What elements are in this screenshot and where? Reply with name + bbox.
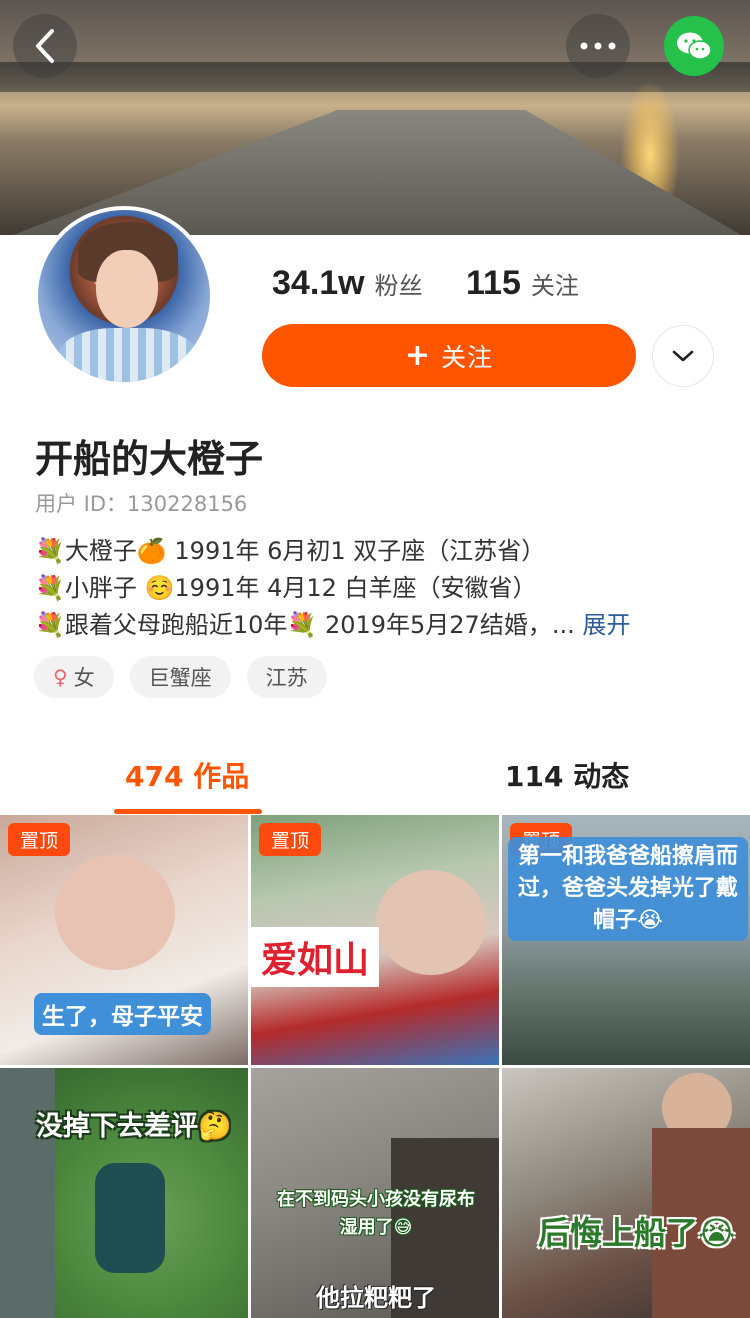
video-caption: 没掉下去差评🤔 — [36, 1111, 232, 1142]
bouquet-icon: 💐 — [35, 574, 65, 602]
fans-count: 34.1w — [272, 264, 365, 302]
profile-name: 开船的大橙子 — [35, 437, 264, 481]
active-tab-indicator — [114, 809, 262, 814]
recommend-dropdown-button[interactable] — [652, 325, 714, 387]
pinned-badge: 置顶 — [259, 823, 322, 856]
fans-stat[interactable]: 34.1w 粉丝 — [272, 264, 423, 303]
video-caption: 爱如山 — [251, 927, 380, 987]
follow-button-label: 关注 — [441, 342, 494, 372]
bouquet-icon: 💐 — [35, 537, 65, 565]
wechat-share-button[interactable] — [664, 16, 724, 76]
wechat-icon — [677, 32, 712, 60]
bio-line: 💐小胖子 ☺️1991年 4月12 白羊座（安徽省） — [35, 574, 537, 602]
tab-moments[interactable]: 114 动态 — [505, 755, 629, 795]
video-thumbnail[interactable]: 置顶 生了，母子平安 — [0, 815, 248, 1065]
chevron-down-icon — [672, 350, 694, 362]
expand-bio-link[interactable]: 展开 — [582, 611, 630, 639]
back-button[interactable] — [13, 14, 77, 78]
pinned-badge: 置顶 — [8, 823, 71, 856]
video-grid: 置顶 生了，母子平安 置顶 爱如山 置顶 第一和我爸爸船擦肩而过，爸爸头发掉光了… — [0, 815, 750, 1318]
fans-label: 粉丝 — [374, 272, 423, 300]
bouquet-icon: 💐 — [35, 611, 65, 639]
female-icon: ♀ — [53, 665, 68, 689]
profile-tabs: 474 作品 114 动态 — [0, 735, 750, 815]
video-caption: 在不到码头小孩没有尿布湿用了😅 — [277, 1189, 475, 1238]
video-thumbnail[interactable]: 后悔上船了😭 — [502, 1068, 750, 1318]
more-dots-icon — [580, 42, 616, 50]
follow-button[interactable]: + 关注 — [262, 324, 636, 387]
video-thumbnail[interactable]: 没掉下去差评🤔 — [0, 1068, 248, 1318]
video-thumbnail[interactable]: 置顶 第一和我爸爸船擦肩而过，爸爸头发掉光了戴帽子😭 — [502, 815, 750, 1065]
video-caption: 第一和我爸爸船擦肩而过，爸爸头发掉光了戴帽子😭 — [508, 837, 748, 941]
location-tag: 江苏 — [246, 656, 327, 698]
profile-bio[interactable]: 💐大橙子🍊 1991年 6月初1 双子座（江苏省） 💐小胖子 ☺️1991年 4… — [35, 533, 725, 644]
more-button[interactable] — [566, 14, 630, 78]
gender-tag: ♀ 女 — [34, 656, 114, 698]
chevron-left-icon — [36, 29, 54, 63]
video-caption: 生了，母子平安 — [34, 993, 211, 1035]
following-label: 关注 — [530, 272, 579, 300]
video-thumbnail[interactable]: 在不到码头小孩没有尿布湿用了😅 他拉粑粑了 — [251, 1068, 499, 1318]
bio-line: 💐大橙子🍊 1991年 6月初1 双子座（江苏省） — [35, 537, 546, 565]
profile-tags: ♀ 女 巨蟹座 江苏 — [34, 656, 327, 698]
profile-cover-image — [0, 0, 750, 235]
video-caption: 后悔上船了😭 — [538, 1214, 736, 1252]
plus-icon: + — [404, 337, 432, 373]
user-id[interactable]: 用户 ID：130228156 — [35, 488, 247, 518]
following-count: 115 — [466, 264, 521, 302]
video-thumbnail[interactable]: 置顶 爱如山 — [251, 815, 499, 1065]
tab-works[interactable]: 474 作品 — [125, 755, 249, 795]
constellation-tag: 巨蟹座 — [129, 656, 231, 698]
avatar[interactable] — [34, 206, 214, 386]
bio-line: 💐跟着父母跑船近10年💐 2019年5月27结婚，... 展开 — [35, 611, 631, 639]
following-stat[interactable]: 115 关注 — [466, 264, 579, 303]
